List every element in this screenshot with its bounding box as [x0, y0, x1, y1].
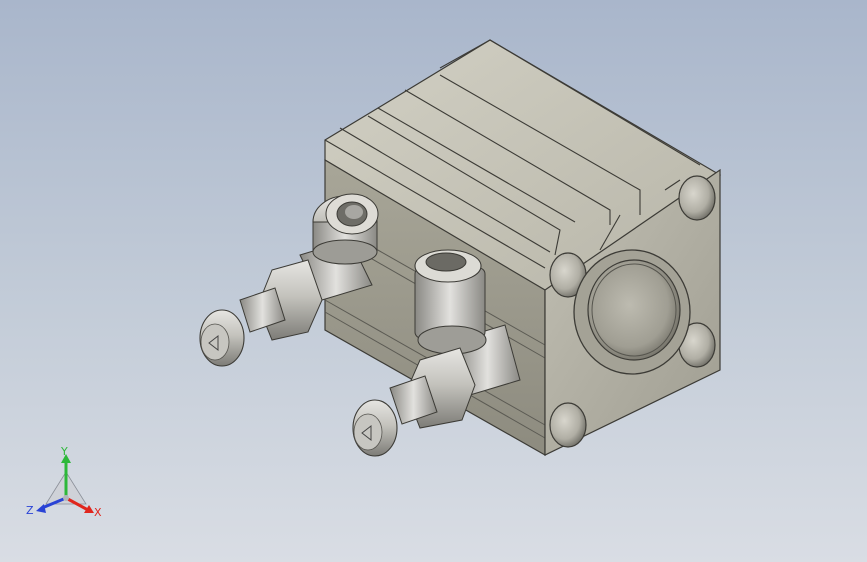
orientation-triad[interactable]: Y X Z — [24, 446, 108, 526]
rod-boss-inner — [587, 259, 681, 361]
mount-hole-top-right — [678, 175, 716, 221]
mount-hole-bottom-left — [549, 402, 587, 448]
cylinder-body[interactable] — [324, 39, 722, 457]
cylinder-model[interactable] — [0, 0, 867, 562]
x-axis-label: X — [94, 506, 102, 519]
z-axis-label: Z — [26, 504, 34, 517]
triad-origin-icon — [63, 495, 69, 501]
model-viewport[interactable]: Y X Z — [0, 0, 867, 562]
y-axis-label: Y — [60, 446, 68, 458]
